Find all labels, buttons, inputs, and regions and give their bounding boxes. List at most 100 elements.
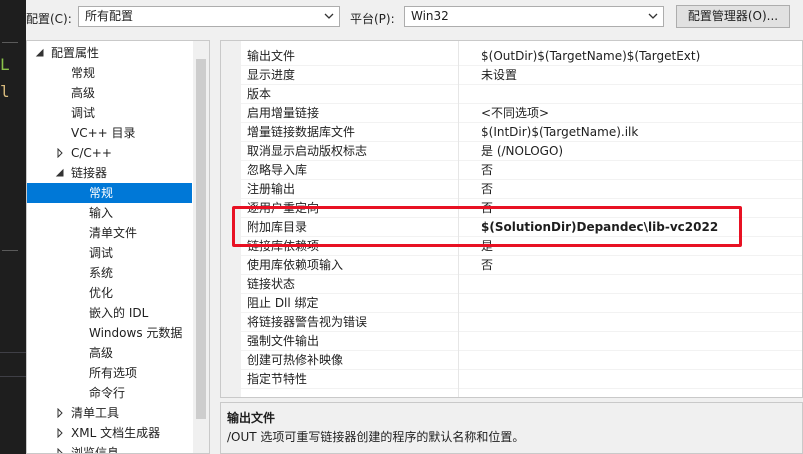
tree-item[interactable]: VC++ 目录 (27, 123, 192, 143)
config-dropdown-value: 所有配置 (85, 9, 134, 23)
tree-item[interactable]: 常规 (27, 183, 192, 203)
property-row[interactable]: 指定节特性 (241, 370, 802, 389)
tree-item[interactable]: 高级 (27, 343, 192, 363)
tree-item-label: XML 文档生成器 (71, 426, 161, 440)
tree-item[interactable]: C/C++ (27, 143, 192, 163)
property-name: 取消显示启动版权标志 (247, 144, 368, 158)
divider (0, 352, 26, 353)
property-value[interactable]: 是 (/NOLOGO) (481, 142, 563, 161)
description-title: 输出文件 (227, 411, 276, 425)
tree-item[interactable]: XML 文档生成器 (27, 423, 192, 443)
tree-item[interactable]: Windows 元数据 (27, 323, 192, 343)
tree-item-label: Windows 元数据 (89, 326, 183, 340)
tree-item-label: 调试 (89, 246, 114, 260)
property-row[interactable]: 使用库依赖项输入 否 (241, 256, 802, 275)
expanded-icon[interactable] (55, 168, 65, 178)
property-row[interactable]: 版本 (241, 85, 802, 104)
tree-item-label: 输入 (89, 206, 114, 220)
property-value[interactable]: 未设置 (481, 66, 517, 85)
tree-item-label: 命令行 (89, 386, 126, 400)
collapsed-icon[interactable] (55, 428, 65, 438)
tree-item-label: 清单文件 (89, 226, 138, 240)
property-row[interactable]: 显示进度 未设置 (241, 66, 802, 85)
property-name: 阻止 Dll 绑定 (247, 296, 319, 310)
property-value[interactable]: 否 (481, 180, 493, 199)
tree-item[interactable]: 优化 (27, 283, 192, 303)
row-divider (241, 388, 802, 389)
property-name: 使用库依赖项输入 (247, 258, 344, 272)
property-row[interactable]: 启用增量链接 <不同选项> (241, 104, 802, 123)
tree-item[interactable]: 嵌入的 IDL (27, 303, 192, 323)
property-name: 强制文件输出 (247, 334, 320, 348)
description-panel: 输出文件 /OUT 选项可重写链接器创建的程序的默认名称和位置。 (220, 402, 803, 454)
highlight-box (232, 206, 742, 247)
property-row[interactable]: 强制文件输出 (241, 332, 802, 351)
tree-item-label: 浏览信息 (71, 446, 120, 454)
config-dropdown[interactable]: 所有配置 (78, 6, 340, 27)
tree-item-label: 高级 (71, 86, 96, 100)
property-row[interactable]: 增量链接数据库文件 $(IntDir)$(TargetName).ilk (241, 123, 802, 142)
tree-scrollbar-thumb[interactable] (196, 59, 206, 419)
tree-item[interactable]: 调试 (27, 103, 192, 123)
tree-item[interactable]: 清单文件 (27, 223, 192, 243)
property-name: 指定节特性 (247, 372, 308, 386)
property-value[interactable]: 否 (481, 161, 493, 180)
property-row[interactable]: 创建可热修补映像 (241, 351, 802, 370)
tree-scrollbar[interactable] (193, 41, 209, 453)
property-name: 版本 (247, 87, 272, 101)
collapsed-icon[interactable] (55, 408, 65, 418)
collapsed-icon[interactable] (55, 148, 65, 158)
property-row[interactable]: 输出文件 $(OutDir)$(TargetName)$(TargetExt) (241, 47, 802, 66)
tree-item-label: 系统 (89, 266, 114, 280)
property-row[interactable]: 注册输出 否 (241, 180, 802, 199)
property-name: 增量链接数据库文件 (247, 125, 356, 139)
property-name: 输出文件 (247, 49, 296, 63)
tree-item-label: 嵌入的 IDL (89, 306, 149, 320)
tree-item-label: 调试 (71, 106, 96, 120)
tree-item-label: 所有选项 (89, 366, 138, 380)
tree-item-label: 优化 (89, 286, 114, 300)
tree-item[interactable]: 高级 (27, 83, 192, 103)
tree-item[interactable]: 清单工具 (27, 403, 192, 423)
tree-item[interactable]: 系统 (27, 263, 192, 283)
tree-item-label: 常规 (89, 186, 114, 200)
property-row[interactable]: 取消显示启动版权标志 是 (/NOLOGO) (241, 142, 802, 161)
tree-item[interactable]: 所有选项 (27, 363, 192, 383)
chevron-down-icon (324, 13, 334, 19)
code-glyph: L (0, 55, 10, 74)
chevron-down-icon (648, 13, 658, 19)
tree-item-label: 高级 (89, 346, 114, 360)
tree-item-label: VC++ 目录 (71, 126, 136, 140)
property-name: 忽略导入库 (247, 163, 308, 177)
guide-line (2, 250, 18, 251)
tree-item[interactable]: 调试 (27, 243, 192, 263)
config-manager-button[interactable]: 配置管理器(O)... (676, 5, 790, 28)
tree-item[interactable]: 配置属性 (27, 43, 192, 63)
property-name: 启用增量链接 (247, 106, 320, 120)
property-value[interactable]: <不同选项> (481, 104, 549, 123)
collapsed-icon[interactable] (55, 448, 65, 454)
property-tree: 配置属性 常规 高级 调试 VC++ 目录 C/C++ 链接器 常规 输入 清单文件 调试 系统 优化嵌… (26, 40, 210, 454)
platform-dropdown-value: Win32 (411, 9, 449, 23)
tree-item[interactable]: 命令行 (27, 383, 192, 403)
expanded-icon[interactable] (35, 48, 45, 58)
property-value[interactable]: $(IntDir)$(TargetName).ilk (481, 123, 638, 142)
tree-item-label: 常规 (71, 66, 96, 80)
tree-item[interactable]: 输入 (27, 203, 192, 223)
config-label: 配置(C): (26, 12, 72, 26)
property-row[interactable]: 链接状态 (241, 275, 802, 294)
property-row[interactable]: 将链接器警告视为错误 (241, 313, 802, 332)
tree-item-label: 清单工具 (71, 406, 120, 420)
tree-item-label: 配置属性 (51, 46, 100, 60)
tree-item[interactable]: 常规 (27, 63, 192, 83)
property-row[interactable]: 阻止 Dll 绑定 (241, 294, 802, 313)
property-name: 显示进度 (247, 68, 296, 82)
property-value[interactable]: 否 (481, 256, 493, 275)
property-row[interactable]: 忽略导入库 否 (241, 161, 802, 180)
code-glyph: l (0, 82, 10, 101)
tree-item[interactable]: 浏览信息 (27, 443, 192, 454)
tree-item[interactable]: 链接器 (27, 163, 192, 183)
platform-dropdown[interactable]: Win32 (404, 6, 664, 27)
property-name: 创建可热修补映像 (247, 353, 344, 367)
property-value[interactable]: $(OutDir)$(TargetName)$(TargetExt) (481, 47, 700, 66)
